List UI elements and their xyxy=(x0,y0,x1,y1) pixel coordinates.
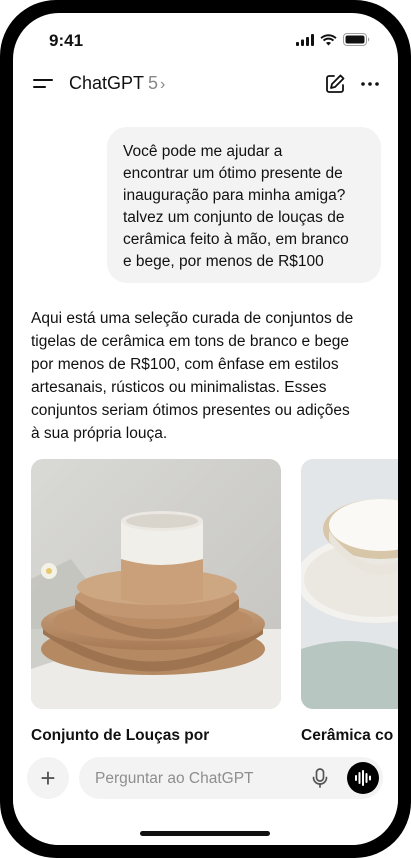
add-attachment-button[interactable]: + xyxy=(27,757,69,799)
wifi-icon xyxy=(320,33,337,45)
product-image[interactable] xyxy=(31,459,281,709)
assistant-message: Aqui está uma seleção curada de conjunto… xyxy=(31,310,354,442)
mic-icon[interactable] xyxy=(309,767,331,789)
composer-pill[interactable] xyxy=(79,757,383,801)
model-selector[interactable]: ChatGPT 5 › xyxy=(69,73,165,94)
compose-icon[interactable] xyxy=(324,73,346,95)
chevron-right-icon: › xyxy=(160,76,166,93)
product-title[interactable]: Conjunto de Louças por xyxy=(31,727,209,745)
user-message: Você pode me ajudar a encontrar um ótimo… xyxy=(107,127,381,283)
product-carousel[interactable]: Conjunto de Louças por Cerâmica co xyxy=(31,459,398,759)
menu-icon[interactable] xyxy=(33,77,53,91)
battery-icon xyxy=(343,33,370,46)
message-input[interactable] xyxy=(93,757,297,801)
phone-frame: 9:41 ChatGPT 5 › Você pode me ajudar a e… xyxy=(0,0,411,858)
product-title[interactable]: Cerâmica co xyxy=(301,727,393,745)
app-name: ChatGPT xyxy=(69,73,145,93)
home-indicator xyxy=(140,831,270,836)
status-bar: 9:41 xyxy=(13,13,398,67)
top-bar: ChatGPT 5 › xyxy=(13,65,398,105)
model-version: 5 xyxy=(148,73,159,93)
voice-mode-button[interactable] xyxy=(347,762,379,794)
screen: 9:41 ChatGPT 5 › Você pode me ajudar a e… xyxy=(13,13,398,845)
more-icon[interactable] xyxy=(360,73,380,95)
voice-mode-icon xyxy=(355,770,371,786)
product-card[interactable]: Conjunto de Louças por xyxy=(31,459,281,759)
product-card[interactable]: Cerâmica co xyxy=(301,459,398,759)
status-icons xyxy=(296,33,370,46)
product-image[interactable] xyxy=(301,459,398,709)
signal-icon xyxy=(296,33,314,46)
status-time: 9:41 xyxy=(49,31,84,50)
